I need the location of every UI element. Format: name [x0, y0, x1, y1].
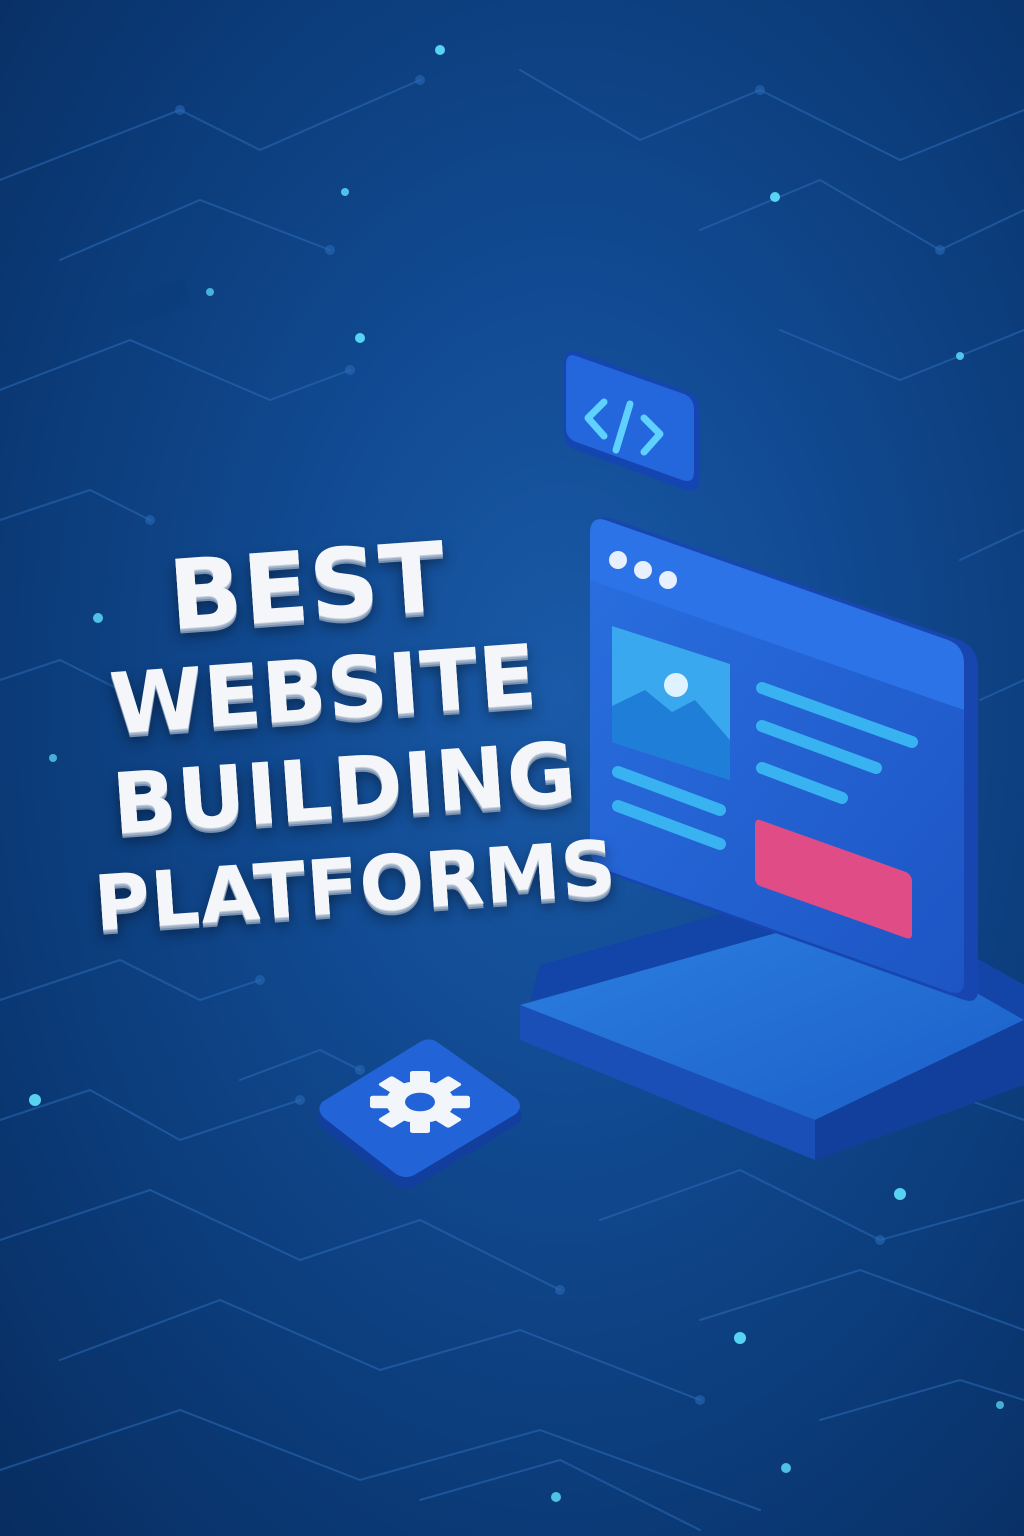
headline: BEST WEBSITE BUILDING PLATFORMS — [70, 520, 619, 948]
browser-window — [590, 519, 964, 993]
headline-line-1: BEST — [165, 520, 450, 653]
poster-canvas: BEST WEBSITE BUILDING PLATFORMS — [0, 0, 1024, 1536]
gear-icon — [317, 1039, 522, 1189]
code-brackets-icon — [564, 351, 700, 491]
